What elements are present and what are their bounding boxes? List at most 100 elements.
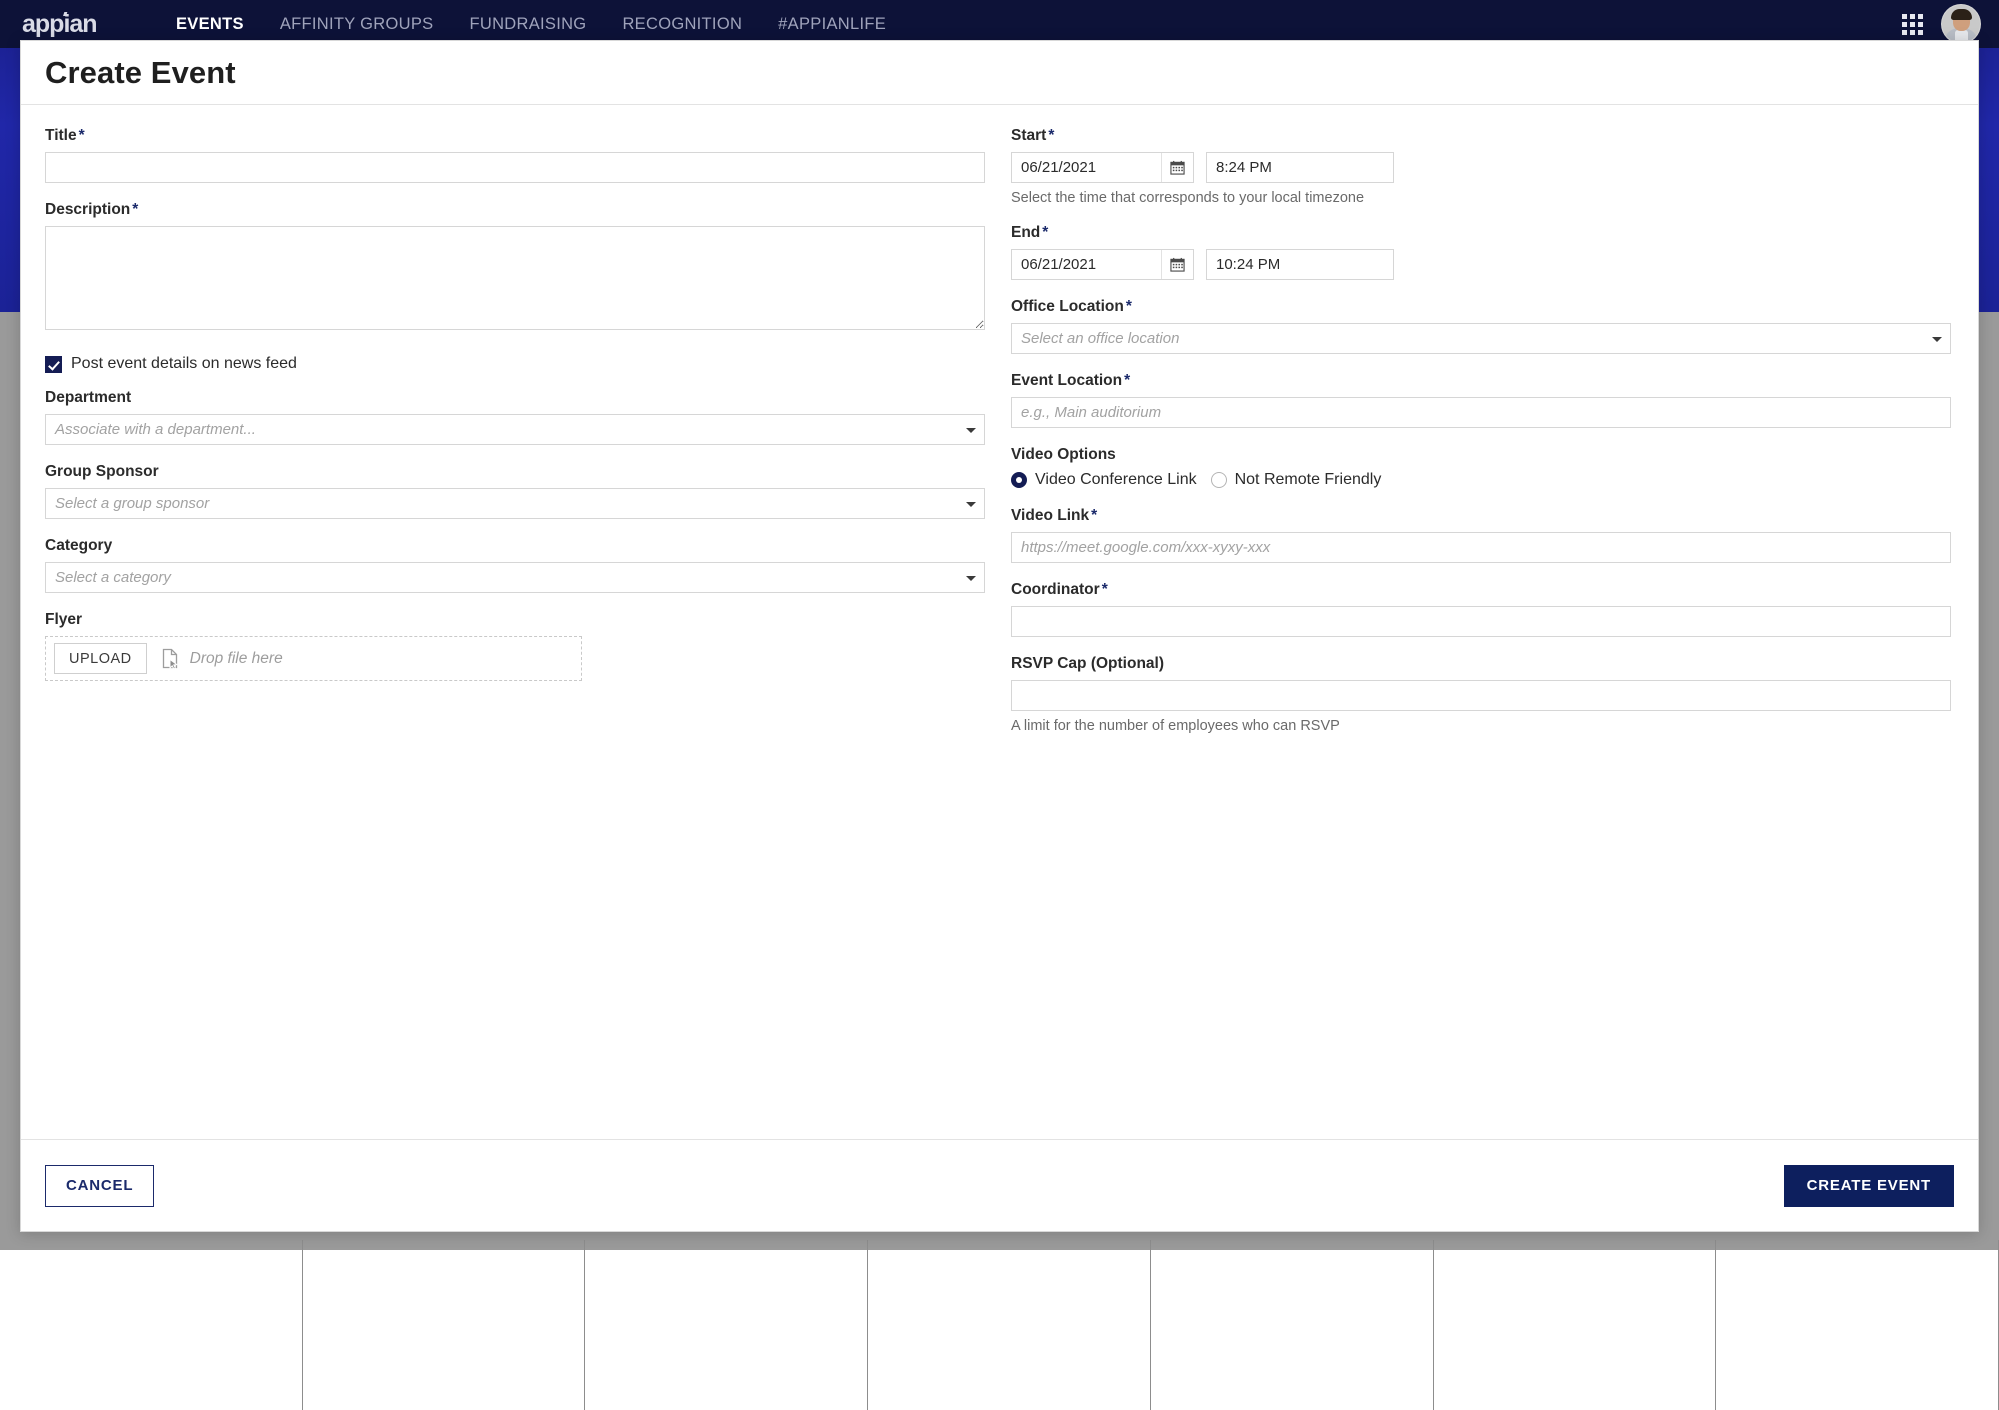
field-office-location: Office Location* Select an office locati…	[1011, 298, 1951, 354]
field-post-news-feed: Post event details on news feed	[45, 355, 985, 373]
rsvp-cap-input[interactable]	[1011, 680, 1951, 711]
background-card-grid	[20, 1240, 1999, 1410]
coordinator-input[interactable]	[1011, 606, 1951, 637]
title-input[interactable]	[45, 152, 985, 183]
radio-video-conference-link-label[interactable]: Video Conference Link	[1035, 471, 1197, 489]
form-column-right: Start*	[1011, 127, 1951, 1139]
field-description: Description*	[45, 201, 985, 335]
field-category: Category Select a category	[45, 537, 985, 593]
calendar-icon[interactable]	[1161, 250, 1193, 279]
upload-button[interactable]: UPLOAD	[54, 643, 147, 674]
video-options-radio-group: Video Conference Link Not Remote Friendl…	[1011, 471, 1951, 489]
dialog-footer: CANCEL CREATE EVENT	[21, 1139, 1978, 1231]
create-event-button[interactable]: CREATE EVENT	[1784, 1165, 1954, 1207]
office-location-dropdown-value[interactable]: Select an office location	[1011, 323, 1951, 354]
required-indicator: *	[1091, 507, 1097, 524]
label-event-location: Event Location*	[1011, 372, 1951, 390]
event-location-input[interactable]	[1011, 397, 1951, 428]
required-indicator: *	[1042, 224, 1048, 241]
radio-not-remote-friendly[interactable]: Not Remote Friendly	[1211, 471, 1382, 489]
field-department: Department Associate with a department..…	[45, 389, 985, 445]
svg-text:appian: appian	[22, 10, 97, 38]
label-department: Department	[45, 389, 985, 407]
field-start: Start*	[1011, 127, 1951, 206]
label-video-link: Video Link*	[1011, 507, 1951, 525]
start-time-input[interactable]	[1206, 152, 1394, 183]
nav-link-fundraising[interactable]: FUNDRAISING	[469, 15, 586, 34]
label-description: Description*	[45, 201, 985, 219]
label-rsvp-cap: RSVP Cap (Optional)	[1011, 655, 1951, 673]
label-coordinator-text: Coordinator	[1011, 581, 1100, 598]
field-end: End*	[1011, 224, 1951, 280]
background-card	[1434, 1240, 1717, 1410]
nav-link-recognition[interactable]: RECOGNITION	[622, 15, 742, 34]
flyer-dropzone[interactable]: UPLOAD Drop file here	[45, 636, 582, 681]
rsvp-cap-hint: A limit for the number of employees who …	[1011, 718, 1951, 734]
radio-video-conference-link[interactable]: Video Conference Link	[1011, 471, 1197, 489]
label-start-text: Start	[1011, 127, 1046, 144]
category-dropdown-value[interactable]: Select a category	[45, 562, 985, 593]
start-datetime-row	[1011, 152, 1951, 183]
group-sponsor-dropdown-value[interactable]: Select a group sponsor	[45, 488, 985, 519]
label-title: Title*	[45, 127, 985, 145]
field-group-sponsor: Group Sponsor Select a group sponsor	[45, 463, 985, 519]
required-indicator: *	[1124, 372, 1130, 389]
required-indicator: *	[1102, 581, 1108, 598]
group-sponsor-dropdown[interactable]: Select a group sponsor	[45, 488, 985, 519]
end-date-input[interactable]	[1012, 250, 1161, 279]
radio-icon-unselected[interactable]	[1211, 472, 1227, 488]
start-date-field[interactable]	[1011, 152, 1194, 183]
background-card	[20, 1240, 303, 1410]
radio-not-remote-friendly-label[interactable]: Not Remote Friendly	[1235, 471, 1382, 489]
flyer-drop-text: Drop file here	[190, 650, 283, 668]
field-video-link: Video Link*	[1011, 507, 1951, 563]
post-news-feed-label[interactable]: Post event details on news feed	[71, 355, 297, 373]
start-date-input[interactable]	[1012, 153, 1161, 182]
label-category: Category	[45, 537, 985, 555]
label-description-text: Description	[45, 201, 130, 218]
end-time-input[interactable]	[1206, 249, 1394, 280]
label-flyer: Flyer	[45, 611, 985, 629]
label-office-location-text: Office Location	[1011, 298, 1124, 315]
background-card	[303, 1240, 586, 1410]
radio-icon-selected[interactable]	[1011, 472, 1027, 488]
category-dropdown[interactable]: Select a category	[45, 562, 985, 593]
required-indicator: *	[1126, 298, 1132, 315]
label-start: Start*	[1011, 127, 1951, 145]
department-dropdown-value[interactable]: Associate with a department...	[45, 414, 985, 445]
appian-logo[interactable]: appian	[22, 9, 130, 39]
video-link-input[interactable]	[1011, 532, 1951, 563]
avatar[interactable]	[1941, 4, 1981, 44]
field-flyer: Flyer UPLOAD Drop file here	[45, 611, 985, 681]
field-rsvp-cap: RSVP Cap (Optional) A limit for the numb…	[1011, 655, 1951, 734]
create-event-dialog: Create Event Title* Description* Post ev…	[20, 40, 1979, 1232]
nav-link-appianlife[interactable]: #APPIANLIFE	[778, 15, 886, 34]
required-indicator: *	[1048, 127, 1054, 144]
background-card	[1151, 1240, 1434, 1410]
form-column-left: Title* Description* Post event details o…	[45, 127, 985, 1139]
label-video-options: Video Options	[1011, 446, 1951, 464]
post-news-feed-checkbox[interactable]	[45, 356, 62, 373]
nav-link-affinity-groups[interactable]: AFFINITY GROUPS	[280, 15, 434, 34]
grid-apps-icon[interactable]	[1902, 14, 1923, 35]
nav-link-events[interactable]: EVENTS	[176, 15, 244, 34]
background-card	[868, 1240, 1151, 1410]
description-textarea[interactable]	[45, 226, 985, 330]
department-dropdown[interactable]: Associate with a department...	[45, 414, 985, 445]
label-end: End*	[1011, 224, 1951, 242]
primary-nav-links: EVENTS AFFINITY GROUPS FUNDRAISING RECOG…	[176, 15, 886, 34]
label-office-location: Office Location*	[1011, 298, 1951, 316]
page-title: Create Event	[45, 55, 236, 91]
cancel-button[interactable]: CANCEL	[45, 1165, 154, 1207]
field-coordinator: Coordinator*	[1011, 581, 1951, 637]
office-location-dropdown[interactable]: Select an office location	[1011, 323, 1951, 354]
field-video-options: Video Options Video Conference Link Not …	[1011, 446, 1951, 489]
start-timezone-hint: Select the time that corresponds to your…	[1011, 190, 1951, 206]
label-end-text: End	[1011, 224, 1040, 241]
calendar-icon[interactable]	[1161, 153, 1193, 182]
label-video-link-text: Video Link	[1011, 507, 1089, 524]
field-event-location: Event Location*	[1011, 372, 1951, 428]
background-card	[1716, 1240, 1999, 1410]
label-event-location-text: Event Location	[1011, 372, 1122, 389]
end-date-field[interactable]	[1011, 249, 1194, 280]
